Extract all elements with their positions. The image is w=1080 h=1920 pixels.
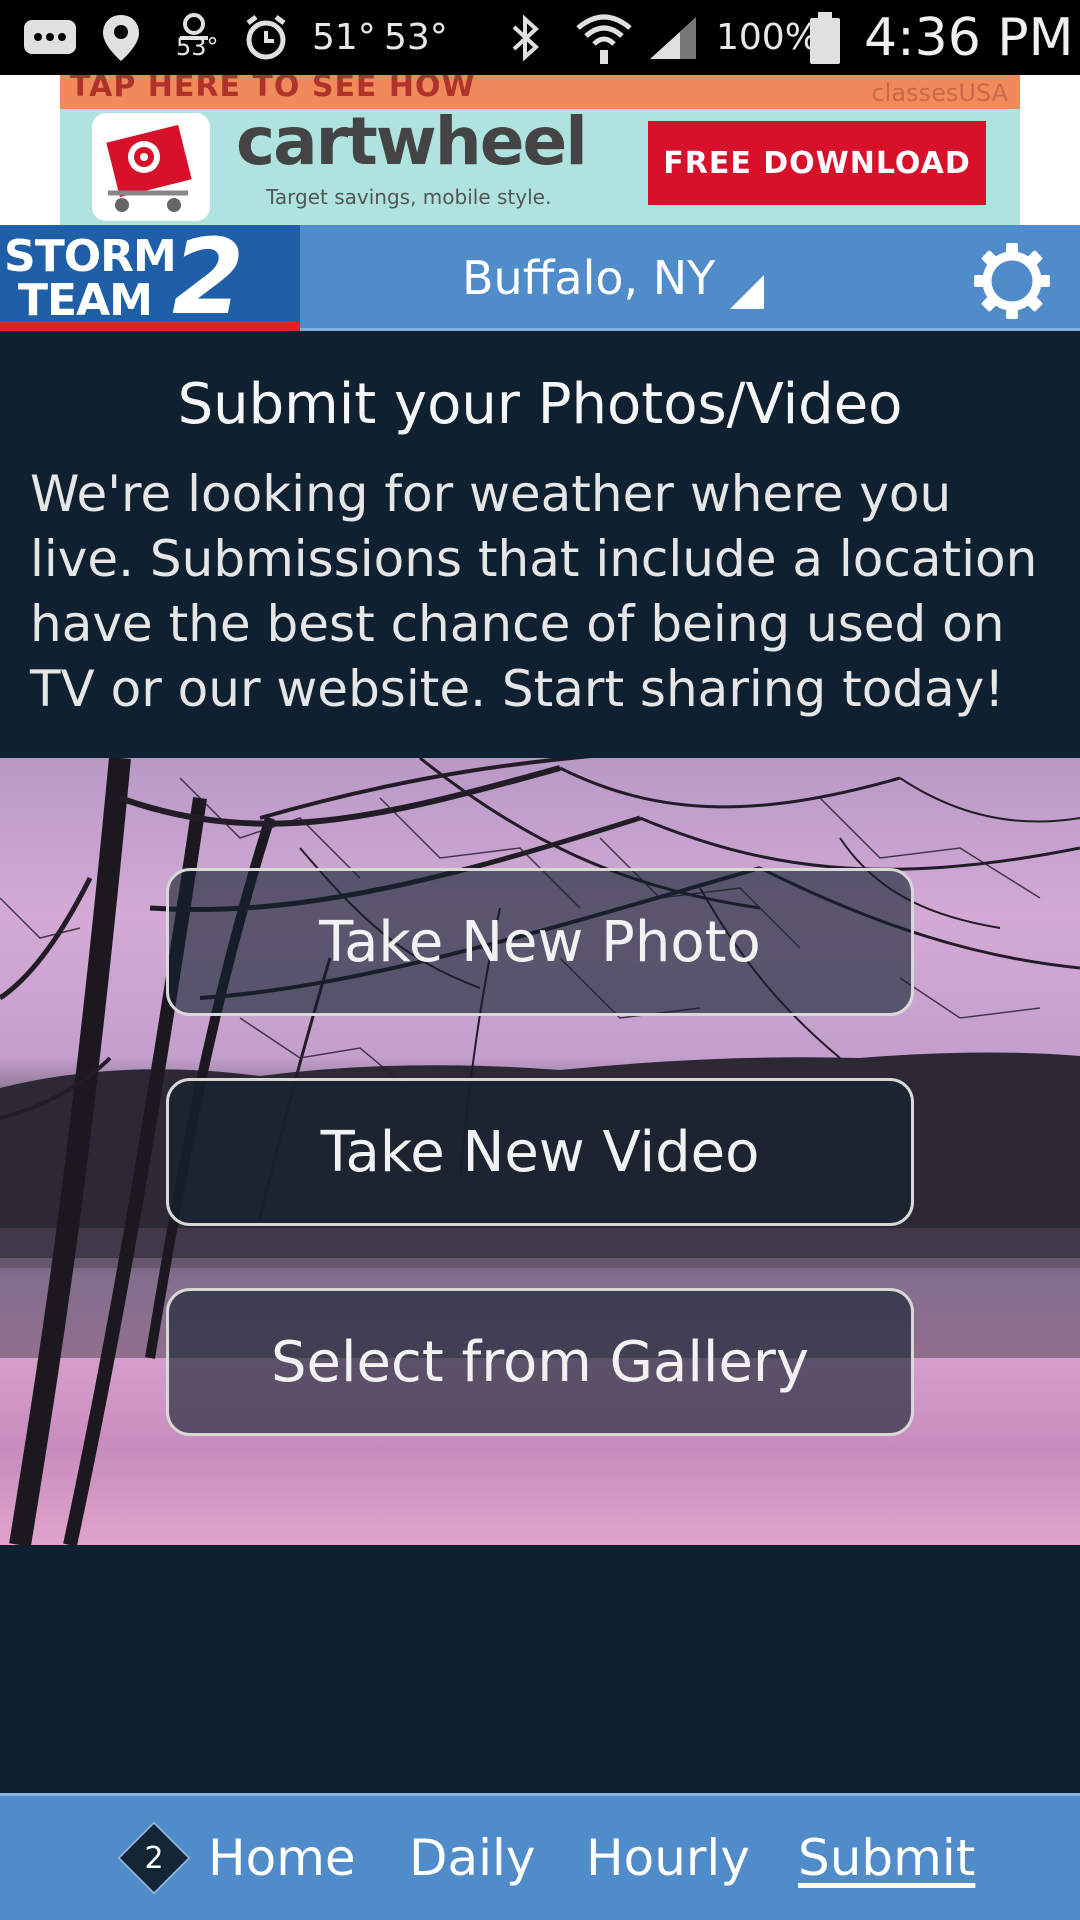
battery-icon xyxy=(808,0,842,75)
nav-hourly-label: Hourly xyxy=(586,1829,750,1887)
take-photo-button[interactable]: Take New Photo xyxy=(166,868,914,1016)
dropdown-caret-icon[interactable] xyxy=(730,275,764,309)
alarm-icon xyxy=(242,0,290,75)
nav-home[interactable]: Home xyxy=(208,1796,356,1920)
battery-percent: 100% xyxy=(716,17,819,58)
weather-temp: 53° xyxy=(176,33,219,61)
nav-submit-label: Submit xyxy=(798,1829,976,1887)
ad-banner-container: TAP HERE TO SEE HOW classesUSA cartwheel… xyxy=(0,75,1080,225)
nav-home-label: Home xyxy=(208,1829,356,1887)
nav-hourly[interactable]: Hourly xyxy=(586,1796,750,1920)
home-badge-number: 2 xyxy=(144,1840,164,1876)
status-bar: 53° 51° 53° 100% 4:36 PM xyxy=(0,0,1080,75)
cart-logo-icon xyxy=(92,113,210,221)
select-gallery-button[interactable]: Select from Gallery xyxy=(166,1288,914,1436)
signal-icon xyxy=(646,0,700,75)
temp-low: 51° xyxy=(312,17,376,58)
ad-strip-brand: classesUSA xyxy=(871,79,1008,107)
location-selector[interactable]: Buffalo, NY xyxy=(462,225,715,331)
ad-download-button[interactable]: FREE DOWNLOAD xyxy=(648,121,986,205)
page-title: Submit your Photos/Video xyxy=(177,372,903,437)
ad-title: cartwheel xyxy=(236,103,588,180)
storm-team-logo: STORM TEAM 2 xyxy=(0,225,300,331)
app-header: STORM TEAM 2 Buffalo, NY xyxy=(0,225,1080,331)
bottom-nav: 2 Home Daily Hourly Submit xyxy=(0,1793,1080,1920)
logo-number: 2 xyxy=(172,216,245,338)
clock: 4:36 PM xyxy=(864,7,1074,68)
background-photo: Take New Photo Take New Video Select fro… xyxy=(0,758,1080,1545)
bluetooth-icon xyxy=(508,0,544,75)
logo-red-bar xyxy=(0,321,300,331)
wifi-icon xyxy=(574,0,634,75)
gear-icon[interactable] xyxy=(972,241,1052,321)
ad-banner[interactable]: TAP HERE TO SEE HOW classesUSA cartwheel… xyxy=(60,75,1020,225)
ad-subtitle: Target savings, mobile style. xyxy=(266,185,552,209)
intro-section: Submit your Photos/Video We're looking f… xyxy=(0,334,1080,758)
logo-line2: TEAM xyxy=(18,275,153,326)
temp-high: 53° xyxy=(384,17,448,58)
nav-submit[interactable]: Submit xyxy=(798,1796,975,1920)
nav-daily[interactable]: Daily xyxy=(409,1796,536,1920)
take-video-button[interactable]: Take New Video xyxy=(166,1078,914,1226)
ad-strip-text: TAP HERE TO SEE HOW xyxy=(70,75,476,104)
message-icon xyxy=(22,0,78,75)
nav-daily-label: Daily xyxy=(409,1829,536,1887)
intro-description: We're looking for weather where you live… xyxy=(30,465,1038,718)
location-pin-icon xyxy=(100,0,142,75)
content-spacer xyxy=(0,1545,1080,1793)
